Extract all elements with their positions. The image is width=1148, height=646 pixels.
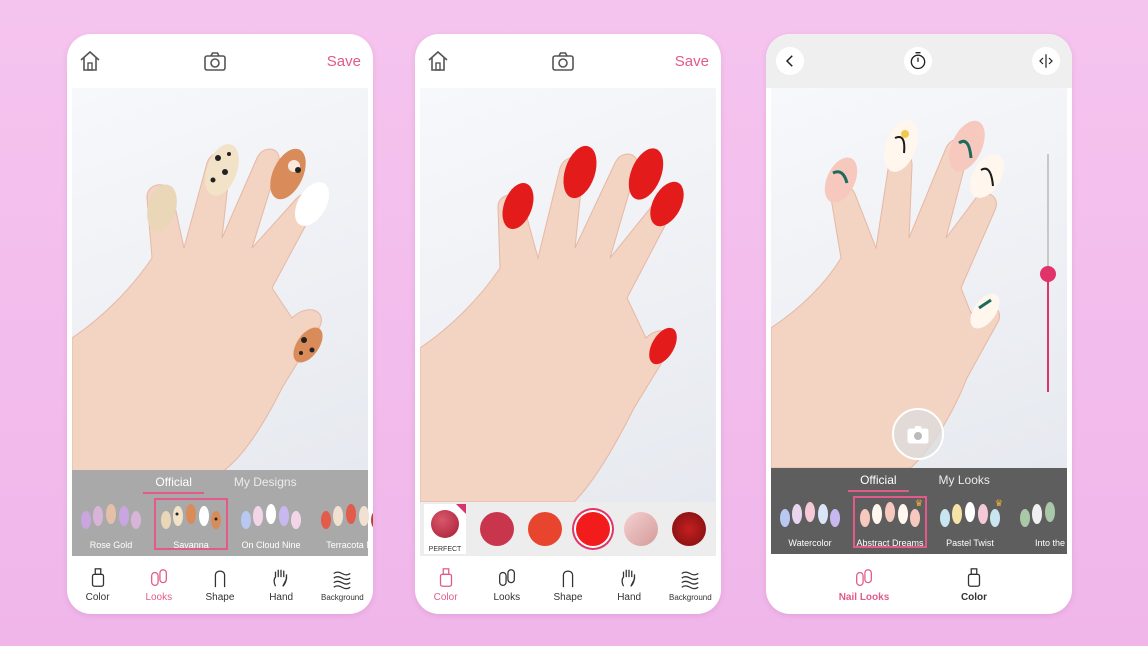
nail-looks-icon <box>856 569 872 586</box>
nav-looks[interactable]: Looks <box>478 567 536 603</box>
looks-panel: Official My Designs Rose Gold Savanna On… <box>72 470 373 556</box>
look-label: Into the <box>1034 538 1066 548</box>
back-button[interactable] <box>776 47 804 75</box>
nail-polish-icon <box>91 568 104 587</box>
timer-off-icon <box>910 52 926 70</box>
nail-preview-icon <box>780 502 840 527</box>
phone-color-screen: Save PERFECT Color Looks Shape Hand Back… <box>415 34 721 614</box>
perfect-swatch[interactable]: PERFECT <box>424 504 466 554</box>
look-label: Savanna <box>173 540 209 550</box>
camera-icon <box>907 426 929 444</box>
nail-preview-icon <box>940 502 1000 527</box>
nail-preview-icon <box>81 504 141 529</box>
look-item[interactable]: On Cloud Nine <box>234 498 308 550</box>
look-label: Rose Gold <box>89 540 133 550</box>
look-item[interactable]: Into the <box>1013 496 1072 548</box>
nav-looks[interactable]: Looks <box>130 567 188 603</box>
intensity-slider-thumb[interactable] <box>1040 266 1056 282</box>
background-pattern-icon <box>681 571 699 590</box>
nail-shape-icon <box>562 570 574 588</box>
color-swatch[interactable] <box>528 512 562 546</box>
hand-photo <box>72 88 368 472</box>
look-label: Pastel Twist <box>946 538 994 548</box>
look-item[interactable]: ♛ Pastel Twist <box>933 496 1007 548</box>
color-swatch[interactable] <box>480 512 514 546</box>
nav-color[interactable]: Color <box>417 567 475 603</box>
nail-polish-icon <box>439 568 452 587</box>
hand-photo <box>420 88 716 502</box>
nav-color[interactable]: Color <box>939 567 1009 603</box>
nail-preview-icon <box>860 502 920 527</box>
looks-tabs: Official My Looks <box>771 468 1067 492</box>
nail-preview-icon <box>161 504 221 529</box>
looks-panel: Official My Looks Watercolor ♛ Abstract … <box>771 468 1067 554</box>
tab-official[interactable]: Official <box>143 470 204 494</box>
hand-icon <box>621 569 636 587</box>
color-swatch-selected[interactable] <box>576 512 610 546</box>
polish-blob-icon <box>431 510 459 538</box>
looks-list: Watercolor ♛ Abstract Dreams ♛ Pastel Tw… <box>771 496 1067 554</box>
home-icon[interactable] <box>77 48 103 74</box>
look-item[interactable]: Watercolor <box>773 496 847 548</box>
top-bar: Save <box>67 34 373 88</box>
nav-background[interactable]: Background <box>313 568 371 602</box>
nail-polish-icon <box>967 568 981 587</box>
bottom-nav: Color Looks Shape Hand Background <box>67 556 373 614</box>
camera-icon[interactable] <box>202 48 228 74</box>
look-label: Terracota Mi <box>326 540 373 550</box>
compare-button[interactable] <box>1032 47 1060 75</box>
tab-my-designs[interactable]: My Designs <box>234 470 297 494</box>
perfect-label: PERFECT <box>428 546 462 553</box>
nav-hand[interactable]: Hand <box>600 567 658 603</box>
look-label: On Cloud Nine <box>241 540 301 550</box>
top-bar: Save <box>415 34 721 88</box>
looks-tabs: Official My Designs <box>72 470 368 494</box>
nail-looks-icon <box>498 569 515 586</box>
phone-nail-looks-screen: Official My Looks Watercolor ♛ Abstract … <box>766 34 1072 614</box>
capture-button[interactable] <box>892 408 944 460</box>
nail-preview-icon <box>321 504 373 529</box>
save-button[interactable]: Save <box>327 53 361 70</box>
home-icon[interactable] <box>425 48 451 74</box>
look-item-selected[interactable]: ♛ Abstract Dreams <box>853 496 927 548</box>
chevron-left-icon <box>785 55 793 67</box>
bottom-nav: Color Looks Shape Hand Background <box>415 556 721 614</box>
hand-icon <box>273 569 288 587</box>
color-swatch-list: PERFECT <box>420 502 716 556</box>
nav-shape[interactable]: Shape <box>539 567 597 603</box>
save-button[interactable]: Save <box>675 53 709 70</box>
nail-looks-icon <box>150 569 167 586</box>
compare-split-icon <box>1039 54 1053 68</box>
nav-shape[interactable]: Shape <box>191 567 249 603</box>
nav-background[interactable]: Background <box>661 568 719 602</box>
nail-preview-icon <box>1020 502 1055 527</box>
nail-preview-icon <box>241 504 301 529</box>
bottom-nav: Nail Looks Color <box>766 556 1072 614</box>
nav-nail-looks[interactable]: Nail Looks <box>829 567 899 603</box>
slider-track-upper <box>1047 154 1049 274</box>
color-swatch[interactable] <box>672 512 706 546</box>
camera-icon[interactable] <box>550 48 576 74</box>
look-item[interactable]: Rose Gold <box>74 498 148 550</box>
nav-hand[interactable]: Hand <box>252 567 310 603</box>
look-label: Abstract Dreams <box>856 538 924 548</box>
look-item-selected[interactable]: Savanna <box>154 498 228 550</box>
phone-looks-screen: Save Official My Designs Rose Gold Savan… <box>67 34 373 614</box>
nail-shape-icon <box>214 570 226 588</box>
tab-my-looks[interactable]: My Looks <box>939 468 990 492</box>
top-bar <box>766 34 1072 88</box>
nav-color[interactable]: Color <box>69 567 127 603</box>
background-pattern-icon <box>333 571 351 590</box>
look-label: Watercolor <box>788 538 832 548</box>
looks-list: Rose Gold Savanna On Cloud Nine Terracot… <box>72 498 373 556</box>
corner-marker-icon <box>456 504 466 514</box>
timer-off-button[interactable] <box>904 47 932 75</box>
tab-official[interactable]: Official <box>848 468 909 492</box>
look-item[interactable]: Terracota Mi <box>314 498 373 550</box>
color-swatch[interactable] <box>624 512 658 546</box>
